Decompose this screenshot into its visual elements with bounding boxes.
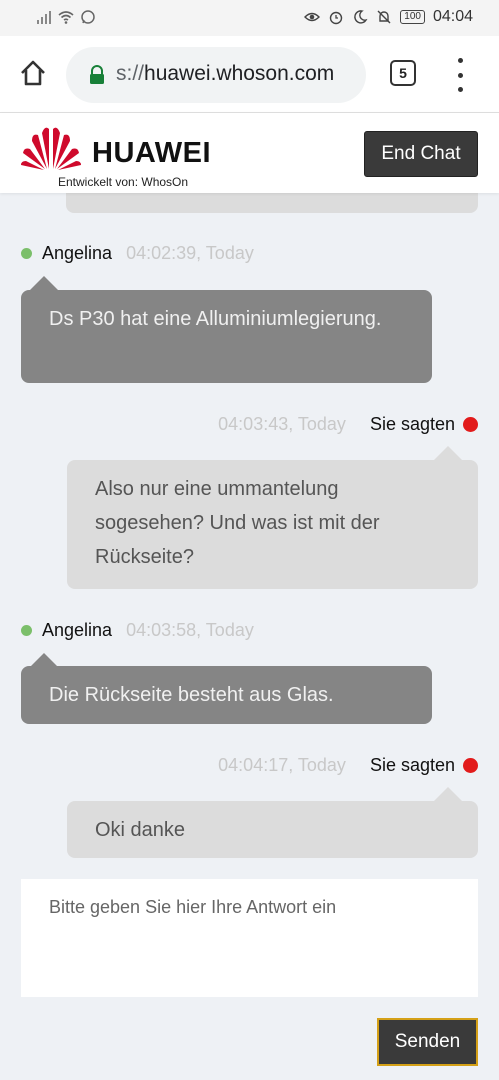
huawei-logo-icon	[21, 127, 81, 170]
bubble-tail	[434, 446, 462, 460]
menu-dot-icon	[457, 58, 463, 63]
address-bar[interactable]: s://huawei.whoson.com	[66, 47, 366, 103]
tab-switcher-button[interactable]: 5	[390, 60, 416, 86]
bubble-tail	[30, 653, 58, 667]
message-header: Angelina 04:03:58, Today	[21, 620, 254, 641]
home-button[interactable]	[16, 56, 50, 90]
message-header: Angelina 04:02:39, Today	[21, 243, 254, 264]
online-status-dot	[21, 625, 32, 636]
user-status-dot	[463, 417, 478, 432]
online-status-dot	[21, 248, 32, 259]
chat-header: HUAWEI Entwickelt von: WhosOn End Chat	[0, 113, 499, 193]
tab-count: 5	[399, 65, 407, 81]
menu-dot-icon	[457, 87, 463, 92]
alarm-icon	[330, 11, 343, 25]
sender-name: Angelina	[42, 243, 113, 263]
url-text: s://huawei.whoson.com	[116, 62, 334, 86]
agent-message-bubble: Ds P30 hat eine Alluminiumlegierung.	[21, 290, 432, 383]
bubble-tail	[434, 787, 462, 801]
home-icon	[21, 60, 45, 86]
user-message-bubble: Oki danke	[67, 801, 478, 858]
brand-name: HUAWEI	[92, 137, 211, 169]
user-message-bubble: Also nur eine ummantelung sogesehen? Und…	[67, 460, 478, 589]
agent-message-bubble: Die Rückseite besteht aus Glas.	[21, 666, 432, 724]
battery-icon: 100	[400, 10, 425, 24]
status-right: 100 04:04	[304, 8, 473, 26]
developer-credit: Entwickelt von: WhosOn	[58, 175, 189, 189]
browser-toolbar: s://huawei.whoson.com 5	[0, 36, 499, 113]
browser-menu-button[interactable]	[450, 58, 470, 92]
message-header: 04:04:17, Today Sie sagten	[218, 755, 478, 776]
wifi-icon	[58, 11, 74, 24]
signal-icon	[37, 11, 51, 24]
eye-icon	[304, 12, 321, 22]
message-time: 04:03:43, Today	[218, 414, 346, 434]
user-status-dot	[463, 758, 478, 773]
menu-dot-icon	[457, 72, 463, 78]
status-bar: 100 04:04	[0, 0, 499, 36]
lock-icon	[90, 65, 104, 84]
end-chat-button[interactable]: End Chat	[364, 131, 478, 177]
sender-name: Angelina	[42, 620, 113, 640]
message-time: 04:03:58, Today	[126, 620, 254, 640]
message-header: 04:03:43, Today Sie sagten	[218, 414, 478, 435]
status-left	[36, 9, 96, 25]
mute-bell-icon	[377, 10, 391, 24]
status-clock: 04:04	[432, 8, 473, 25]
sender-name: Sie sagten	[369, 755, 455, 775]
message-time: 04:02:39, Today	[126, 243, 254, 263]
moon-icon	[354, 10, 368, 24]
reply-input[interactable]	[21, 879, 478, 997]
whatsapp-icon	[81, 10, 95, 24]
url-scheme: s://	[116, 62, 145, 85]
message-time: 04:04:17, Today	[218, 755, 346, 775]
sender-name: Sie sagten	[369, 414, 455, 434]
send-button[interactable]: Senden	[377, 1018, 478, 1066]
chat-transcript[interactable]: Angelina 04:02:39, Today Ds P30 hat eine…	[0, 183, 499, 873]
bubble-tail	[30, 276, 58, 290]
url-host: huawei.whoson.com	[144, 62, 335, 85]
